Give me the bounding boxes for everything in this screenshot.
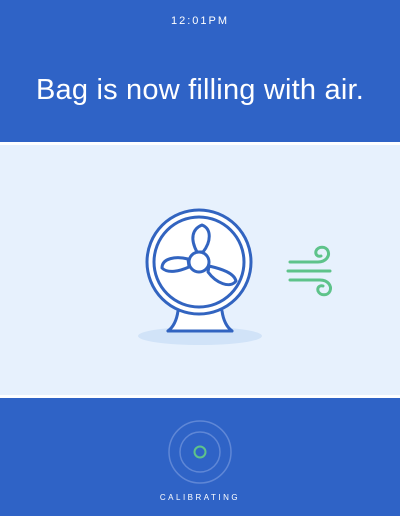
status-label: CALIBRATING [159,493,241,502]
fan-illustration [138,208,332,345]
calibrating-ring-icon [168,420,232,484]
page-title: Bag is now filling with air. [36,74,364,106]
wind-icon [286,245,332,297]
header-panel: 12:01PM Bag is now filling with air. [0,0,400,142]
footer-panel: CALIBRATING [0,398,400,516]
illustration-panel [0,145,400,395]
status-time: 12:01PM [170,15,230,27]
fan-icon [145,208,253,333]
calibration-screen: 12:01PM Bag is now filling with air. CAL… [0,0,400,516]
